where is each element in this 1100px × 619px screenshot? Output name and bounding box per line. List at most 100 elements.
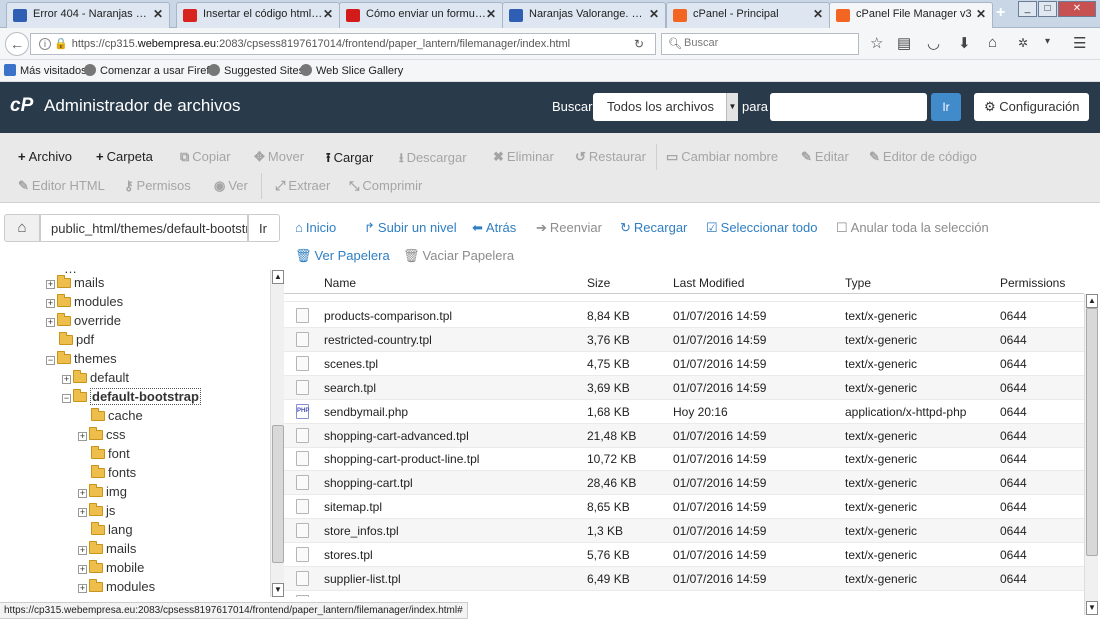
- table-row[interactable]: sitemap.tpl 8,65 KB 01/07/2016 14:59 text/x…: [284, 495, 1084, 520]
- tree-item-img[interactable]: + img: [78, 484, 127, 503]
- tree-item-js[interactable]: + js: [78, 503, 115, 522]
- file-name[interactable]: sendbymail.php: [324, 405, 408, 419]
- file-name[interactable]: supplier-list.tpl: [324, 572, 401, 586]
- toolbar-eliminar-button[interactable]: ✖ Eliminar: [493, 149, 554, 165]
- bookmark-item[interactable]: Comenzar a usar Firef...: [84, 64, 219, 77]
- download-icon[interactable]: ⬇: [958, 34, 971, 52]
- table-row[interactable]: 2,04 KB 01/07/2016 14:59 text/x-generic 064…: [284, 591, 1084, 597]
- expand-icon[interactable]: +: [78, 489, 87, 498]
- info-icon[interactable]: i: [39, 38, 51, 50]
- cpanel-logo[interactable]: cP: [10, 95, 33, 117]
- maximize-icon[interactable]: □: [1038, 1, 1057, 17]
- nav-reenviar-button[interactable]: ➔ Reenviar: [536, 220, 602, 236]
- file-name[interactable]: products-comparison.tpl: [324, 309, 452, 323]
- table-row[interactable]: supplier-list.tpl 6,49 KB 01/07/2016 14:59…: [284, 566, 1084, 591]
- expand-icon[interactable]: +: [46, 299, 55, 308]
- browser-search-input[interactable]: 🔍︎ Buscar: [661, 33, 859, 55]
- reload-icon[interactable]: ↻: [634, 37, 644, 51]
- tree-item-pdf[interactable]: pdf: [46, 332, 94, 351]
- expand-icon[interactable]: +: [78, 584, 87, 593]
- toolbar-carpeta-button[interactable]: + Carpeta: [96, 149, 153, 164]
- chevron-down-icon[interactable]: ▾: [1045, 36, 1050, 47]
- browser-tab[interactable]: cPanel File Manager v3 ✕: [829, 2, 993, 29]
- table-row[interactable]: store_infos.tpl 1,3 KB 01/07/2016 14:59 tex…: [284, 519, 1084, 544]
- tree-item-default[interactable]: + default: [62, 370, 129, 389]
- bookmark-item[interactable]: Suggested Sites: [208, 64, 304, 77]
- tree-item-default-bootstrap[interactable]: − default-bootstrap: [62, 388, 201, 408]
- toolbar-mover-button[interactable]: ✥ Mover: [254, 149, 304, 165]
- nav-inicio-button[interactable]: ⌂ Inicio: [295, 220, 336, 235]
- tree-item-fonts[interactable]: fonts: [78, 465, 136, 484]
- tree-item-cache[interactable]: cache: [78, 408, 143, 427]
- scroll-up-icon[interactable]: ▲: [1086, 294, 1098, 308]
- browser-tab[interactable]: Error 404 - Naranjas Val… ✕: [6, 2, 170, 28]
- browser-tab[interactable]: Cómo enviar un formular… ✕: [339, 2, 503, 28]
- table-scrollbar[interactable]: ▲ ▼: [1084, 294, 1098, 615]
- nav-recargar-button[interactable]: ↻ Recargar: [620, 220, 687, 236]
- minimize-icon[interactable]: _: [1018, 1, 1037, 17]
- table-row[interactable]: products-comparison.tpl 8,84 KB 01/07/2016…: [284, 304, 1084, 328]
- nav-seleccionar-todo-button[interactable]: ☑ Seleccionar todo: [706, 220, 818, 236]
- nav-atras-button[interactable]: ⬅ Atrás: [472, 220, 516, 236]
- tree-scrollbar[interactable]: ▲ ▼: [270, 270, 284, 597]
- file-name[interactable]: store_infos.tpl: [324, 524, 399, 538]
- expand-icon[interactable]: +: [78, 432, 87, 441]
- file-name[interactable]: shopping-cart.tpl: [324, 476, 413, 490]
- file-name[interactable]: scenes.tpl: [324, 357, 378, 371]
- browser-tab[interactable]: cPanel - Principal ✕: [666, 2, 830, 28]
- path-go-button[interactable]: Ir: [248, 214, 280, 242]
- menu-icon[interactable]: ☰: [1073, 34, 1086, 52]
- toolbar-comprimir-button[interactable]: ⤡ Comprimir: [349, 178, 422, 194]
- nav-subir-un-nivel-button[interactable]: ↱ Subir un nivel: [364, 220, 457, 236]
- toolbar-cambiar-nombre-button[interactable]: ▭ Cambiar nombre: [666, 149, 778, 165]
- column-header-modified[interactable]: Last Modified: [673, 276, 744, 290]
- file-name[interactable]: search.tpl: [324, 381, 376, 395]
- close-tab-icon[interactable]: ✕: [649, 7, 659, 21]
- toolbar-descargar-button[interactable]: ⭳ Descargar: [399, 149, 467, 171]
- nav-anular-toda-la-seleccion-button[interactable]: ☐ Anular toda la selección: [836, 220, 989, 236]
- expand-icon[interactable]: +: [46, 280, 55, 289]
- tree-item-modules[interactable]: + modules: [46, 294, 123, 313]
- toolbar-editor-de-codigo-button[interactable]: ✎ Editor de código: [869, 149, 977, 165]
- toolbar-extraer-button[interactable]: ⤢ Extraer: [275, 178, 330, 194]
- close-tab-icon[interactable]: ✕: [813, 7, 823, 21]
- expand-icon[interactable]: +: [78, 546, 87, 555]
- tree-item-mobile[interactable]: + mobile: [78, 560, 144, 579]
- column-header-type[interactable]: Type: [845, 276, 871, 290]
- path-input[interactable]: public_html/themes/default-bootstrap: [40, 214, 248, 242]
- settings-button[interactable]: ⚙ Configuración: [974, 93, 1089, 121]
- nav-ver-papelera-button[interactable]: 🗑 Ver Papelera: [295, 248, 390, 264]
- toolbar-editor-html-button[interactable]: ✎ Editor HTML: [18, 178, 105, 194]
- file-name[interactable]: shopping-cart-advanced.tpl: [324, 429, 469, 443]
- tree-item-mails[interactable]: + mails: [46, 275, 104, 294]
- home-icon[interactable]: ⌂: [988, 34, 997, 51]
- expand-icon[interactable]: +: [46, 318, 55, 327]
- close-tab-icon[interactable]: ✕: [486, 7, 496, 21]
- nav-vaciar-papelera-button[interactable]: 🗑 Vaciar Papelera: [403, 248, 514, 264]
- table-row[interactable]: PHP sendbymail.php 1,68 KB Hoy 20:16 applica…: [284, 400, 1084, 424]
- browser-tab[interactable]: Insertar el código html d… ✕: [176, 2, 340, 28]
- tree-item-font[interactable]: font: [78, 446, 130, 465]
- file-name[interactable]: stores.tpl: [324, 548, 373, 562]
- toolbar-cargar-button[interactable]: ⭱ Cargar: [326, 149, 373, 171]
- close-window-icon[interactable]: ✕: [1058, 1, 1096, 17]
- scroll-down-icon[interactable]: ▼: [272, 583, 284, 597]
- table-row[interactable]: restricted-country.tpl 3,76 KB 01/07/2016 …: [284, 327, 1084, 352]
- close-tab-icon[interactable]: ✕: [153, 7, 163, 21]
- expand-icon[interactable]: +: [62, 375, 71, 384]
- table-row[interactable]: search.tpl 3,69 KB 01/07/2016 14:59 text/x-…: [284, 375, 1084, 400]
- toolbar-permisos-button[interactable]: ⚷ Permisos: [124, 178, 191, 194]
- expand-icon[interactable]: +: [78, 508, 87, 517]
- star-icon[interactable]: ☆: [870, 34, 883, 52]
- collapse-icon[interactable]: −: [62, 394, 71, 403]
- toolbar-archivo-button[interactable]: + Archivo: [18, 149, 72, 164]
- bookmark-item[interactable]: Más visitados: [4, 64, 87, 77]
- tree-item-themes[interactable]: − themes: [46, 351, 117, 370]
- tree-item-lang[interactable]: lang: [78, 522, 133, 541]
- tree-item-css[interactable]: + css: [78, 427, 126, 446]
- table-row[interactable]: shopping-cart.tpl 28,46 KB 01/07/2016 14:5…: [284, 471, 1084, 496]
- file-name[interactable]: restricted-country.tpl: [324, 333, 432, 347]
- table-row[interactable]: shopping-cart-advanced.tpl 21,48 KB 01/07/…: [284, 423, 1084, 448]
- home-icon[interactable]: ⌂: [4, 214, 40, 242]
- file-name[interactable]: shopping-cart-product-line.tpl: [324, 452, 479, 466]
